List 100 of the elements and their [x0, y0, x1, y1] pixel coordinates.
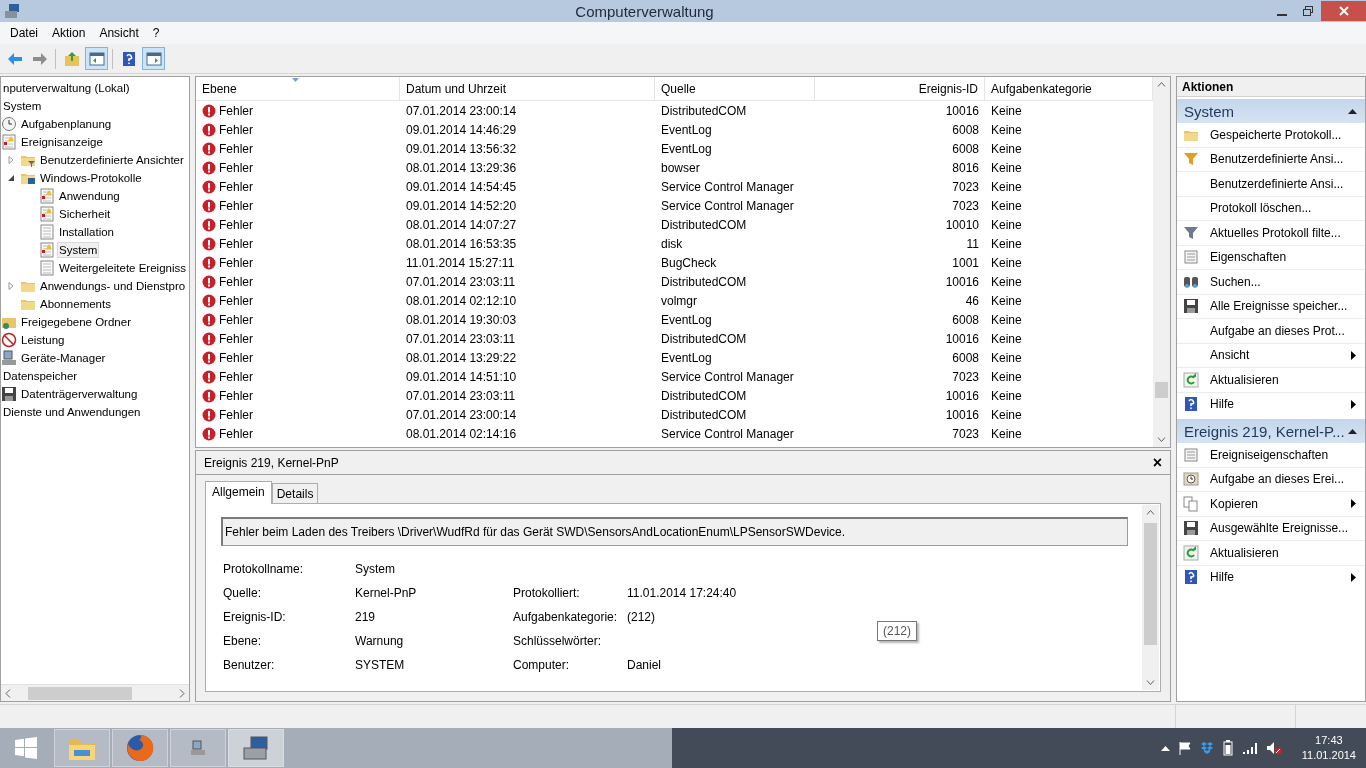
tree-item[interactable]: Ereignisanzeige [19, 134, 105, 150]
action-item[interactable]: Ereigniseigenschaften [1177, 443, 1365, 468]
tree-item[interactable]: Benutzerdefinierte Ansichter [38, 152, 186, 168]
table-cell-text: Keine [990, 122, 1023, 137]
column-header[interactable]: Datum und Uhrzeit [400, 77, 655, 100]
action-item[interactable]: Benutzerdefinierte Ansi... [1177, 172, 1365, 197]
scroll-up-icon[interactable] [1157, 81, 1166, 87]
help-icon [120, 50, 137, 67]
column-header[interactable]: Ereignis-ID [815, 77, 985, 100]
tree-item[interactable]: Anwendungs- und Dienstpro [38, 278, 188, 294]
log-icon [39, 260, 55, 276]
tooltip: (212) [877, 621, 917, 641]
close-button[interactable]: × [1152, 453, 1162, 472]
tree-item[interactable]: Leistung [19, 332, 67, 348]
tree-item[interactable]: System [1, 98, 44, 114]
table-cell-text: 08.01.2014 02:12:10 [405, 293, 518, 308]
table-cell-text: 10016 [944, 388, 980, 403]
start-windows-icon[interactable] [15, 737, 37, 759]
action-item[interactable]: Protokoll löschen... [1177, 196, 1365, 221]
column-header[interactable]: Quelle [655, 77, 815, 100]
scrollbar-thumb[interactable] [1144, 523, 1157, 645]
flag-icon[interactable] [1177, 741, 1192, 755]
action-item[interactable]: Hilfe [1177, 392, 1365, 417]
table-cell-text: Keine [990, 274, 1023, 289]
tree-item[interactable]: Weitergeleitete Ereigniss [57, 260, 188, 276]
action-item[interactable]: Benutzerdefinierte Ansi... [1177, 147, 1365, 172]
tree-item[interactable]: Windows-Protokolle [38, 170, 144, 186]
toolbar-button[interactable] [142, 47, 165, 70]
event-log-icon [39, 206, 55, 222]
scroll-right-icon [179, 688, 185, 698]
expanded-arrow-icon[interactable] [7, 174, 15, 182]
tree-item[interactable]: Anwendung [57, 188, 122, 204]
field-value: (212) [627, 610, 656, 624]
column-header[interactable]: Ebene [196, 77, 400, 100]
table-cell: Fehler [196, 426, 400, 441]
action-item[interactable]: Aktuelles Protokoll filte... [1177, 221, 1365, 246]
tree-item[interactable]: Datenspeicher [1, 368, 80, 384]
table-cell-text: 08.01.2014 14:07:27 [405, 217, 518, 232]
table-cell-text: 09.01.2014 14:51:10 [405, 369, 518, 384]
menu-item[interactable]: Datei [3, 26, 45, 40]
tree-item[interactable]: System [57, 242, 100, 258]
taskbar-button[interactable] [228, 729, 284, 767]
table-cell-text: 7023 [951, 426, 980, 441]
action-item[interactable]: Gespeicherte Protokoll... [1177, 123, 1365, 148]
close-button[interactable] [1321, 1, 1366, 21]
field-value: Warnung [355, 634, 405, 648]
action-item[interactable]: Hilfe [1177, 565, 1365, 590]
horizontal-scrollbar[interactable] [1, 684, 189, 701]
speaker-muted-icon[interactable] [1265, 740, 1282, 756]
tab[interactable]: Allgemein [205, 481, 272, 504]
scroll-down-icon[interactable] [1146, 680, 1155, 686]
scrollbar-thumb[interactable] [1155, 382, 1168, 398]
menu-item[interactable]: ? [145, 26, 167, 40]
tree-item[interactable]: Geräte-Manager [19, 350, 108, 366]
scroll-up-icon[interactable] [1146, 509, 1155, 515]
vertical-scrollbar[interactable] [1153, 77, 1170, 447]
action-item[interactable]: Ausgewählte Ereignisse... [1177, 516, 1365, 541]
table-cell-text: Keine [990, 369, 1023, 384]
message-field: Fehler beim Laden des Treibers \Driver\WudfRd für das Gerät SWD\SensorsAndLocationEnum\LPSensorSWDevice. [221, 517, 1128, 546]
action-item[interactable]: Eigenschaften [1177, 245, 1365, 270]
clock[interactable]: 17:43 11.01.2014 [1301, 733, 1356, 763]
action-item[interactable]: Aktualisieren [1177, 368, 1365, 393]
action-item[interactable]: Aufgabe an dieses Erei... [1177, 467, 1365, 492]
scroll-down-icon[interactable] [1157, 437, 1166, 443]
section-header[interactable]: Ereignis 219, Kernel-P... [1177, 419, 1365, 443]
table-cell-text: 09.01.2014 13:56:32 [405, 141, 518, 156]
battery-icon[interactable] [1221, 740, 1234, 756]
table-cell: Fehler [196, 331, 400, 346]
action-item[interactable]: Kopieren [1177, 492, 1365, 517]
collapsed-arrow-icon[interactable] [7, 282, 15, 290]
action-item[interactable]: Alle Ereignisse speicher... [1177, 294, 1365, 319]
action-item[interactable]: Aufgabe an dieses Prot... [1177, 319, 1365, 344]
tree-item[interactable]: Abonnements [38, 296, 113, 312]
error-icon [202, 293, 216, 308]
section-header[interactable]: System [1177, 99, 1365, 123]
menu-item[interactable]: Ansicht [92, 26, 146, 40]
dropbox-icon[interactable] [1199, 741, 1214, 755]
collapsed-arrow-icon[interactable] [7, 156, 15, 164]
table-cell-text: Keine [990, 236, 1023, 251]
tray-expand-icon[interactable] [1160, 745, 1170, 751]
tree-item[interactable]: Aufgabenplanung [19, 116, 114, 132]
tree-item[interactable]: Freigegebene Ordner [19, 314, 133, 330]
signal-icon[interactable] [1241, 741, 1258, 755]
tree-item[interactable]: Dienste und Anwendungen [1, 404, 143, 420]
tree-item[interactable]: nputerverwaltung (Lokal) [1, 80, 132, 96]
pane-toggle-icon [145, 50, 162, 67]
action-item[interactable]: Ansicht [1177, 343, 1365, 368]
action-item[interactable]: Suchen... [1177, 270, 1365, 295]
vertical-scrollbar[interactable] [1142, 505, 1159, 690]
action-item[interactable]: Aktualisieren [1177, 541, 1365, 566]
tree-item[interactable]: Datenträgerverwaltung [19, 386, 140, 402]
toolbar-button[interactable] [85, 47, 108, 70]
tree-item[interactable]: Sicherheit [57, 206, 113, 222]
menu-item[interactable]: Aktion [45, 26, 93, 40]
tab[interactable]: Details [271, 483, 319, 504]
scrollbar-thumb[interactable] [28, 686, 132, 700]
table-cell: Fehler [196, 369, 400, 384]
table-cell-text: 08.01.2014 19:30:03 [405, 312, 518, 327]
field-value: Kernel-PnP [355, 586, 418, 600]
tree-item[interactable]: Installation [57, 224, 116, 240]
